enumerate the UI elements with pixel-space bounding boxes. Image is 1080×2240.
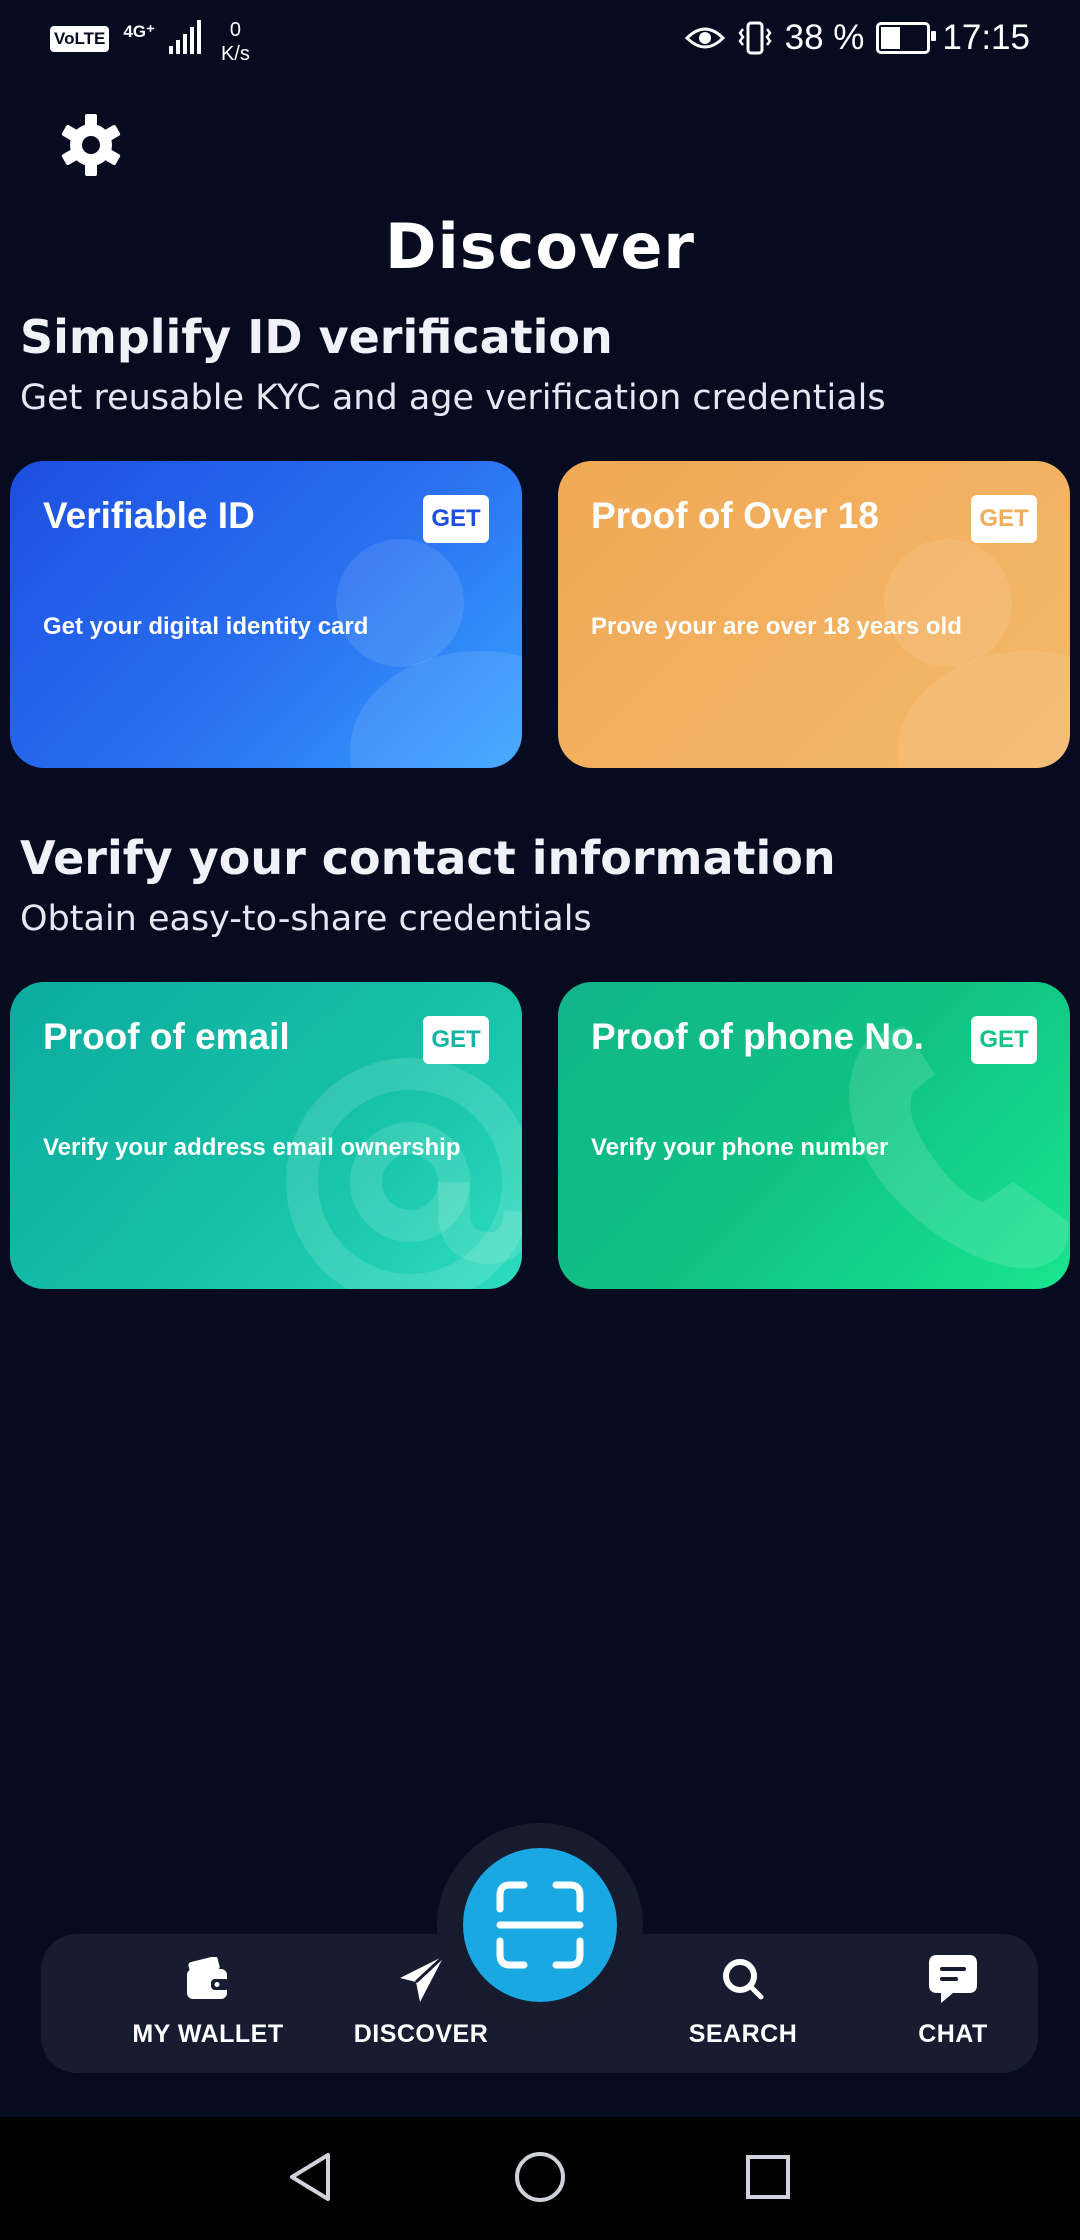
signal-strength-icon <box>168 20 201 54</box>
card-proof-over-18[interactable]: Proof of Over 18 Prove your are over 18 … <box>558 461 1070 768</box>
get-button[interactable]: GET <box>423 1016 489 1064</box>
network-type: 4G⁺ <box>123 22 155 41</box>
card-title: Verifiable ID <box>43 495 255 536</box>
status-bar: VoLTE 4G⁺ 0 K/s 38 % 17:15 <box>0 0 1080 80</box>
back-icon[interactable] <box>282 2147 342 2207</box>
get-button[interactable]: GET <box>971 495 1037 543</box>
vibrate-icon <box>738 21 772 55</box>
nav-label: SEARCH <box>688 2020 798 2048</box>
section-subtitle-contact-info: Obtain easy-to-share credentials <box>20 899 592 939</box>
home-icon[interactable] <box>510 2147 570 2207</box>
battery-percent: 38 % <box>784 18 865 57</box>
get-button[interactable]: GET <box>971 1016 1037 1064</box>
paper-plane-icon <box>400 1954 446 2002</box>
nav-item-my-wallet[interactable]: MY WALLET <box>93 1952 323 2049</box>
status-left: VoLTE 4G⁺ 0 K/s <box>50 18 250 66</box>
search-icon <box>723 1959 764 2000</box>
network-speed-value: 0 <box>229 19 241 41</box>
wallet-icon <box>187 1957 229 1999</box>
scan-icon <box>496 1881 584 1969</box>
nav-label: MY WALLET <box>132 2020 284 2048</box>
card-proof-of-phone[interactable]: Proof of phone No. Verify your phone num… <box>558 982 1070 1289</box>
card-title: Proof of email <box>43 1016 290 1057</box>
network-speed-unit: K/s <box>220 43 250 65</box>
chat-icon <box>929 1955 977 2003</box>
card-description: Get your digital identity card <box>43 613 369 640</box>
nav-label: DISCOVER <box>353 2020 489 2048</box>
card-description: Prove your are over 18 years old <box>591 613 962 640</box>
system-navigation-bar <box>0 2117 1080 2240</box>
clock: 17:15 <box>942 18 1030 57</box>
card-proof-of-email[interactable]: Proof of email Verify your address email… <box>10 982 522 1289</box>
network-speed: 0 K/s <box>221 18 250 66</box>
card-description: Verify your phone number <box>591 1134 889 1161</box>
battery-icon <box>876 22 937 54</box>
card-verifiable-id[interactable]: Verifiable ID Get your digital identity … <box>10 461 522 768</box>
card-title: Proof of Over 18 <box>591 495 879 536</box>
recents-icon[interactable] <box>738 2147 798 2207</box>
section-subtitle-id-verification: Get reusable KYC and age verification cr… <box>20 378 886 418</box>
status-right: 38 % 17:15 <box>684 18 1030 58</box>
nav-item-chat[interactable]: CHAT <box>838 1952 1068 2049</box>
get-button[interactable]: GET <box>423 495 489 543</box>
section-title-contact-info: Verify your contact information <box>20 831 836 885</box>
card-description: Verify your address email ownership <box>43 1134 461 1161</box>
gear-icon <box>61 114 121 176</box>
page-title: Discover <box>384 210 695 283</box>
section-title-id-verification: Simplify ID verification <box>20 310 613 364</box>
scan-button[interactable] <box>463 1848 617 2002</box>
nav-item-search[interactable]: SEARCH <box>628 1952 858 2049</box>
eye-icon <box>684 27 725 49</box>
nav-label: CHAT <box>918 2020 988 2048</box>
volte-indicator: VoLTE <box>50 26 110 52</box>
card-title: Proof of phone No. <box>591 1016 924 1057</box>
settings-button[interactable] <box>56 110 126 180</box>
